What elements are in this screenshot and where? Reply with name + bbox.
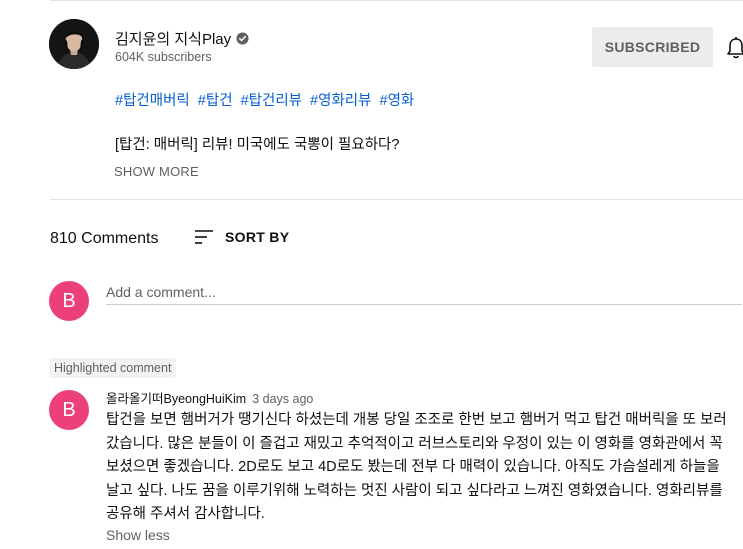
comment-text: 탑건을 보면 햄버거가 땡기신다 하셨는데 개봉 당일 조조로 한번 보고 햄버… xyxy=(106,412,727,522)
hashtag-link[interactable]: #영화리뷰 xyxy=(310,93,371,109)
hashtag-link[interactable]: #영화 xyxy=(380,93,415,109)
comment-count: 810 Comments xyxy=(50,230,159,247)
sort-by-label[interactable]: SORT BY xyxy=(225,229,289,245)
channel-name[interactable]: 김지윤의 지식Play xyxy=(115,28,249,49)
user-avatar: B xyxy=(49,281,89,321)
comment-author[interactable]: 올라올기떠ByeongHuiKim xyxy=(106,388,246,407)
show-less-button[interactable]: Show less xyxy=(106,527,170,543)
commenter-avatar[interactable]: B xyxy=(49,390,89,430)
subscriber-count: 604K subscribers xyxy=(115,50,212,64)
add-comment-input[interactable] xyxy=(106,280,742,305)
notification-bell-icon[interactable] xyxy=(726,36,743,60)
hashtag-link[interactable]: #탑건리뷰 xyxy=(241,93,302,109)
top-divider xyxy=(50,0,743,1)
comment-timestamp[interactable]: 3 days ago xyxy=(252,392,313,406)
hashtag-link[interactable]: #탑건매버릭 xyxy=(115,93,190,109)
sort-by-button[interactable]: SORT BY xyxy=(193,227,289,247)
description-divider xyxy=(50,199,743,200)
verified-icon xyxy=(236,32,249,45)
channel-name-text[interactable]: 김지윤의 지식Play xyxy=(115,28,231,49)
highlighted-comment-badge: Highlighted comment xyxy=(49,358,177,378)
comment-header: 올라올기떠ByeongHuiKim 3 days ago xyxy=(106,388,313,407)
hashtag-link[interactable]: #탑건 xyxy=(198,93,233,109)
channel-avatar[interactable] xyxy=(49,19,99,69)
channel-avatar-image xyxy=(49,19,99,69)
subscribed-button[interactable]: SUBSCRIBED xyxy=(592,27,713,67)
hashtag-list: #탑건매버릭 #탑건 #탑건리뷰 #영화리뷰 #영화 xyxy=(115,89,418,110)
sort-icon xyxy=(195,230,213,244)
show-more-button[interactable]: SHOW MORE xyxy=(114,164,199,179)
video-watch-page: 김지윤의 지식Play 604K subscribers SUBSCRIBED … xyxy=(0,0,743,549)
description-text: [탑건: 매버릭] 리뷰! 미국에도 국뽕이 필요하다? xyxy=(115,137,400,153)
